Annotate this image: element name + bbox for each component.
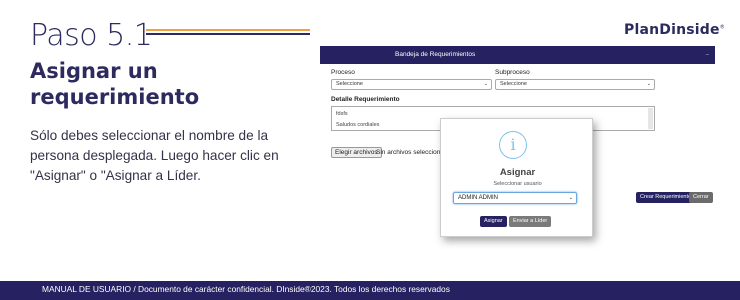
textarea-scrollbar[interactable] <box>648 108 653 129</box>
choose-files-button[interactable]: Elegir archivos <box>331 147 382 158</box>
proceso-value: Seleccione <box>336 81 363 87</box>
accent-line <box>146 29 310 31</box>
collapse-icon[interactable]: – <box>706 46 709 64</box>
file-status-text: Sin archivos seleccionad <box>376 149 448 156</box>
brand-line <box>146 33 310 35</box>
modal-title: Asignar <box>499 167 536 178</box>
logo-registered-mark: ® <box>719 24 725 31</box>
asignar-button[interactable]: Asignar <box>480 216 507 227</box>
detalle-line-1: fdsfs <box>336 111 348 117</box>
chevron-down-icon: ⌄ <box>483 81 488 87</box>
proceso-select[interactable]: Seleccione ⌄ <box>331 79 492 90</box>
info-icon: i <box>499 131 527 159</box>
app-header-title: Bandeja de Requerimientos <box>395 51 476 58</box>
footer: MANUAL DE USUARIO / Documento de carácte… <box>0 281 740 300</box>
chevron-down-icon: ⌄ <box>646 81 651 87</box>
plandinside-logo: PlanDinside® <box>624 22 725 38</box>
app-header: Bandeja de Requerimientos – <box>320 46 715 64</box>
modal-subtitle: Seleccionar usuario <box>493 181 542 187</box>
subproceso-value: Seleccione <box>500 81 527 87</box>
chevron-down-icon: ⌄ <box>568 195 573 201</box>
detalle-label: Detalle Requerimiento <box>331 96 400 103</box>
cerrar-button[interactable]: Cerrar <box>689 192 713 203</box>
subproceso-select[interactable]: Seleccione ⌄ <box>495 79 655 90</box>
logo-text: PlanDinside <box>624 22 720 38</box>
page-heading: Asignar un requerimiento <box>30 59 200 109</box>
user-select-value: ADMIN ADMIN <box>458 195 499 201</box>
request-form: Proceso Seleccione ⌄ Subproceso Seleccio… <box>320 64 715 203</box>
instructions-text: Sólo debes seleccionar el nombre de la p… <box>30 128 279 183</box>
crear-requerimiento-button[interactable]: Crear Requerimiento <box>636 192 696 203</box>
proceso-label: Proceso <box>331 69 355 76</box>
title-underline <box>146 29 310 37</box>
enviar-a-lider-button[interactable]: Enviar a Líder <box>509 216 552 227</box>
subproceso-label: Subproceso <box>495 69 530 76</box>
step-title: Paso 5.1 <box>30 18 153 53</box>
user-select[interactable]: ADMIN ADMIN ⌄ <box>453 192 577 204</box>
assign-modal: i Asignar Seleccionar usuario ADMIN ADMI… <box>440 118 593 237</box>
